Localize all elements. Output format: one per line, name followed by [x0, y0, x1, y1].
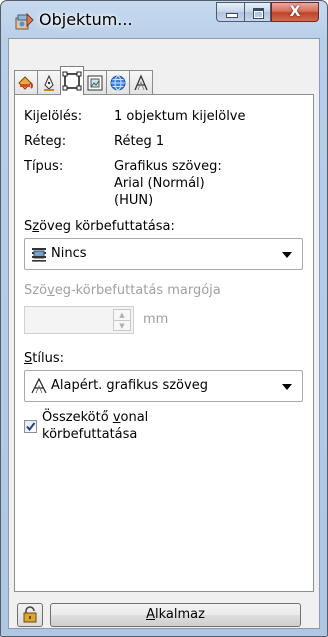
bitmap-frame-icon — [87, 75, 103, 90]
style-dropdown[interactable]: Alapért. grafikus szöveg — [24, 370, 303, 402]
tab-outline[interactable] — [37, 70, 61, 94]
tab-text[interactable] — [129, 70, 153, 94]
caption-buttons: X — [216, 2, 319, 22]
tab-strip — [14, 66, 153, 95]
selection-label: Kijelölés: — [24, 109, 83, 124]
summary-panel: Kijelölés: 1 objektum kijelölve Réteg: R… — [14, 94, 314, 592]
tab-summary[interactable] — [60, 66, 84, 95]
chevron-down-icon — [282, 252, 292, 258]
internet-globe-icon — [110, 75, 126, 90]
pen-nib-icon — [44, 74, 54, 91]
object-properties-icon — [13, 12, 35, 32]
text-a-icon — [134, 73, 148, 90]
margin-spin-buttons[interactable]: ▲ ▼ — [113, 309, 131, 331]
maximize-button[interactable] — [244, 2, 271, 22]
layer-label: Réteg: — [24, 134, 67, 149]
padlock-icon — [23, 606, 37, 623]
close-icon: X — [289, 4, 301, 20]
object-properties-window: Objektum... X Kijelölés: 1 objektum kije… — [0, 0, 328, 637]
close-button[interactable]: X — [271, 2, 319, 22]
apply-button[interactable]: Alkalmaz — [50, 603, 301, 627]
connector-wrap-checkbox[interactable] — [24, 420, 37, 433]
summary-square-icon — [62, 71, 82, 91]
connector-wrap-label[interactable]: Összekötő vonal körbefuttatása — [42, 409, 148, 443]
wrap-dropdown-value: Nincs — [51, 246, 87, 261]
tab-fill[interactable] — [14, 70, 38, 94]
margin-label: Szöveg-körbefuttatás margója — [24, 283, 221, 298]
minimize-icon — [226, 13, 238, 18]
tab-bitmap[interactable] — [83, 70, 107, 94]
type-label: Típus: — [24, 159, 64, 174]
minimize-button[interactable] — [216, 2, 244, 22]
type-value: Grafikus szöveg: Arial (Normál) (HUN) — [114, 159, 222, 208]
spin-down-icon[interactable]: ▼ — [114, 321, 130, 331]
lock-button[interactable] — [17, 603, 43, 627]
text-wrap-none-icon — [32, 248, 46, 262]
chevron-down-icon — [282, 384, 292, 390]
spin-up-icon[interactable]: ▲ — [114, 310, 130, 321]
tab-internet[interactable] — [106, 70, 130, 94]
layer-value: Réteg 1 — [114, 134, 165, 149]
margin-spinbox[interactable]: ▲ ▼ — [24, 306, 134, 334]
style-label: Stílus: — [24, 351, 64, 366]
window-title: Objektum... — [39, 10, 133, 29]
fill-bucket-icon — [18, 75, 33, 90]
client-area: Kijelölés: 1 objektum kijelölve Réteg: R… — [8, 38, 320, 629]
margin-unit: mm — [143, 312, 169, 327]
style-dropdown-value: Alapért. grafikus szöveg — [51, 378, 208, 393]
maximize-icon — [253, 8, 264, 19]
title-bar[interactable]: Objektum... X — [1, 1, 327, 39]
selection-value: 1 objektum kijelölve — [114, 109, 246, 124]
checkmark-icon — [26, 422, 36, 432]
wrap-label: Szöveg körbefuttatása: — [24, 219, 175, 234]
wrap-dropdown[interactable]: Nincs — [24, 238, 303, 270]
text-a-icon — [31, 378, 47, 394]
